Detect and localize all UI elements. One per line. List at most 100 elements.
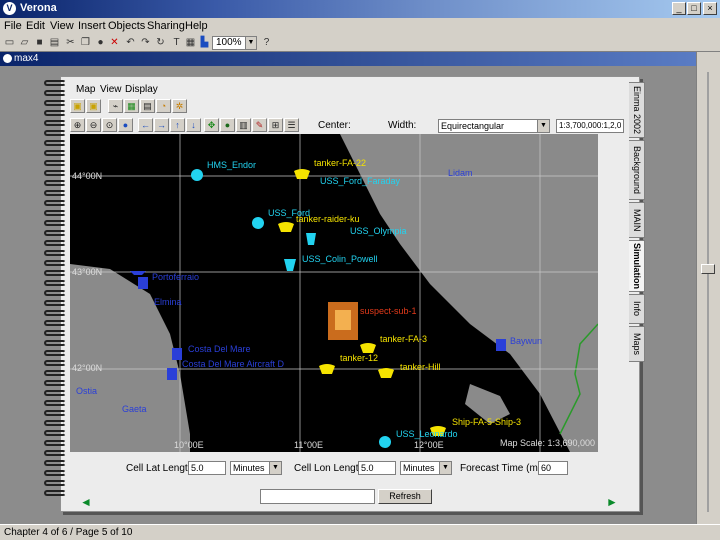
open-icon[interactable]: ▱ [18,36,31,49]
ship-hms-endor-icon[interactable] [191,169,203,181]
delete-icon[interactable]: ✕ [108,36,121,49]
refresh-button[interactable]: Refresh [378,489,432,504]
label-elmina: Elmina [154,297,182,307]
map-scale: Map Scale: 1:3,690,000 [500,438,596,448]
tab-einma-2002[interactable]: Einma 2002 [629,82,645,138]
inner-menu-view[interactable]: View [100,84,122,95]
save-icon[interactable]: ■ [33,36,46,49]
command-input[interactable] [260,489,375,504]
pan-left-icon[interactable]: ← [138,118,153,132]
main-toolbar: ▭ ▱ ■ ▤ ✂ ❐ ● ✕ ↶ ↷ ↻ T ▦ ▙ 100% ▼ ? [0,34,720,52]
menu-file[interactable]: File [4,20,22,32]
pan-up-icon[interactable]: ↑ [170,118,185,132]
tab-maps[interactable]: Maps [629,326,645,362]
tab-simulation[interactable]: Simulation [629,240,645,292]
binding-ring [44,440,66,446]
binding-ring [44,380,66,386]
inner-menu-display[interactable]: Display [125,84,158,95]
ship-tanker-top2-icon[interactable] [278,222,294,232]
label-lidam: Lidam [448,168,473,178]
draw-icon[interactable]: ✎ [252,118,267,132]
ship-tanker-12-icon[interactable] [319,364,335,374]
grid-icon[interactable]: ▦ [124,99,139,113]
binding-ring [44,480,66,486]
vertical-scrollbar[interactable] [696,52,720,524]
tab-background[interactable]: Background [629,140,645,200]
ship-uss-leonardo-icon[interactable] [379,436,391,448]
zoom-out-icon[interactable]: ⊖ [86,118,101,132]
tab-main[interactable]: MAIN [629,202,645,238]
clock-icon[interactable]: ◔ [156,99,171,113]
ship-uss-colin-powell-icon[interactable] [284,259,296,271]
port-costa-icon[interactable] [172,348,182,360]
tactical-map[interactable]: 44°00N 43°00N 42°00N 10°00E 11°00E 12°00… [70,134,598,452]
zoom-fit-icon[interactable]: ⊙ [102,118,117,132]
move-icon[interactable]: ✥ [204,118,219,132]
cell-lon-unit-dropdown-icon[interactable]: ▼ [439,462,451,474]
port-costa2-icon[interactable] [167,368,177,380]
binding-ring [44,420,66,426]
tab-info[interactable]: Info [629,294,645,324]
print-icon[interactable]: ▤ [48,36,61,49]
scroll-thumb[interactable] [701,264,715,274]
binding-ring [44,350,66,356]
inner-menu-map[interactable]: Map [76,84,95,95]
new-icon[interactable]: ▭ [3,36,16,49]
settings-icon[interactable]: ✲ [172,99,187,113]
list-icon[interactable]: ☰ [284,118,299,132]
ship-uss-olympia-icon[interactable] [306,233,316,245]
refresh-icon[interactable]: ↻ [154,36,167,49]
measure-icon[interactable]: ⊞ [268,118,283,132]
paste-icon[interactable]: ● [94,36,107,49]
menu-sharing[interactable]: Sharing [147,20,185,32]
binding-ring [44,280,66,286]
cut-icon[interactable]: ✂ [64,36,77,49]
port-portoferraio-icon[interactable] [138,277,148,289]
ship-uss-ford-icon[interactable] [252,217,264,229]
maximize-button[interactable]: □ [687,2,701,15]
table-icon[interactable]: ▤ [140,99,155,113]
cell-lon-input[interactable]: 5.0 [358,461,396,475]
image-icon[interactable]: ▦ [184,36,197,49]
scale-field[interactable]: 1:3,700,000:1,2,0 [556,119,624,133]
close-button[interactable]: × [703,2,717,15]
binding-ring [44,360,66,366]
pan-down-icon[interactable]: ↓ [186,118,201,132]
cell-lat-input[interactable]: 5.0 [188,461,226,475]
zoom-dropdown-icon[interactable]: ▼ [245,37,256,49]
aircraft-icon[interactable] [130,271,146,275]
forecast-input[interactable]: 60 [538,461,568,475]
port-baywun-icon[interactable] [496,339,506,351]
projection-select[interactable]: Equirectangular [438,119,550,133]
prev-page-icon[interactable]: ◄ [80,496,92,508]
menu-insert[interactable]: Insert [78,20,106,32]
layer-icon[interactable]: ▣ [70,99,85,113]
menu-edit[interactable]: Edit [26,20,45,32]
binding-ring [44,330,66,336]
next-page-icon[interactable]: ► [606,496,618,508]
menu-help[interactable]: Help [185,20,208,32]
menu-view[interactable]: View [50,20,74,32]
menu-objects[interactable]: Objects [108,20,145,32]
pan-right-icon[interactable]: → [154,118,169,132]
help-icon[interactable]: ? [260,36,273,49]
binding-ring [44,260,66,266]
undo-icon[interactable]: ↶ [124,36,137,49]
ship-cargo-icon[interactable] [378,368,394,378]
layers-icon[interactable]: ▥ [236,118,251,132]
layer-edit-icon[interactable]: ▣ [86,99,101,113]
graph-icon[interactable]: ⌁ [108,99,123,113]
text-icon[interactable]: T [170,36,183,49]
earth-icon[interactable]: ● [220,118,235,132]
ship-tanker-fa3-icon[interactable] [360,343,376,353]
copy-icon[interactable]: ❐ [79,36,92,49]
cell-lat-unit-dropdown-icon[interactable]: ▼ [269,462,281,474]
globe-icon[interactable]: ● [118,118,133,132]
projection-dropdown-icon[interactable]: ▼ [537,120,549,132]
chart-icon[interactable]: ▙ [198,36,211,49]
ship-tanker-fa22-icon[interactable] [294,169,310,179]
redo-icon[interactable]: ↷ [139,36,152,49]
zoom-in-icon[interactable]: ⊕ [70,118,85,132]
binding-ring [44,190,66,196]
minimize-button[interactable]: _ [672,2,686,15]
